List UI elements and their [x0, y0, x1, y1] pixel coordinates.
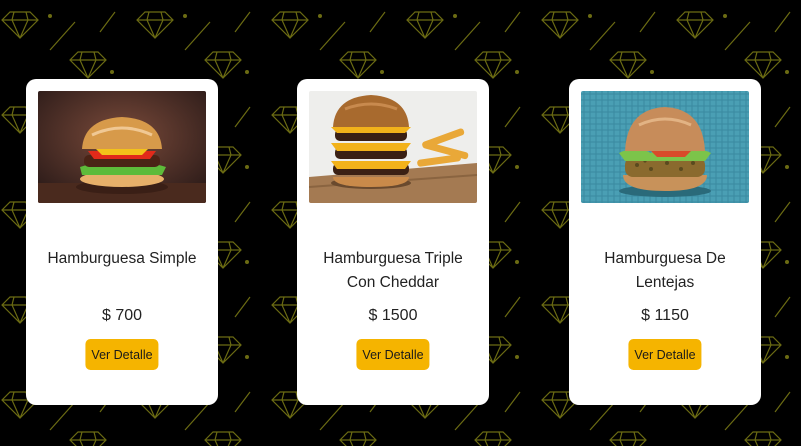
burger-lentejas-photo: [581, 91, 749, 203]
product-image: [581, 91, 749, 203]
product-price: $ 700: [101, 307, 143, 324]
ver-detalle-button[interactable]: Ver Detalle: [628, 339, 702, 370]
product-name: Hamburguesa De Lentejas: [604, 250, 726, 291]
product-card: Hamburguesa De Lentejas $ 1150 Ver Detal…: [569, 79, 761, 405]
ver-detalle-button[interactable]: Ver Detalle: [85, 339, 159, 370]
burger-triple-cheddar-photo: [309, 91, 477, 203]
product-name: Hamburguesa Triple Con Cheddar: [323, 250, 463, 291]
product-price: $ 1500: [368, 307, 418, 324]
product-image: [38, 91, 206, 203]
product-card: Hamburguesa Triple Con Cheddar $ 1500 Ve…: [297, 79, 489, 405]
product-image: [309, 91, 477, 203]
product-name: Hamburguesa Simple: [47, 250, 197, 267]
burger-simple-photo: [38, 91, 206, 203]
product-price: $ 1150: [641, 307, 689, 324]
product-card: Hamburguesa Simple $ 700 Ver Detalle: [26, 79, 218, 405]
ver-detalle-button[interactable]: Ver Detalle: [356, 339, 430, 370]
